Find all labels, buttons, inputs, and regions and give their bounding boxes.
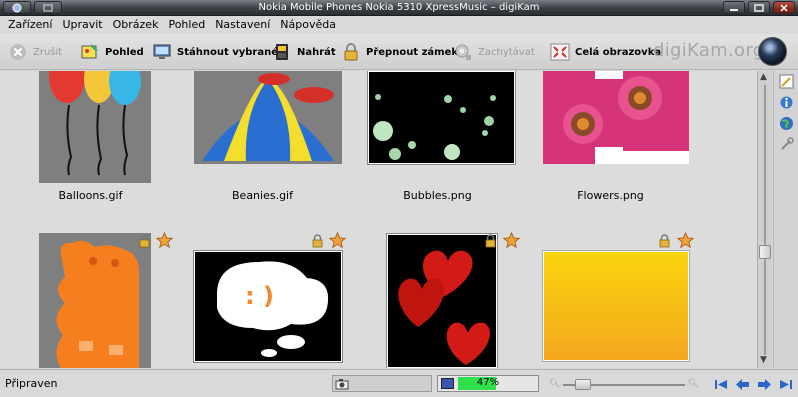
cancel-button[interactable]: Zrušit: [8, 40, 62, 64]
thumbnail-balloons[interactable]: [39, 71, 151, 183]
memory-card-icon: [276, 44, 288, 60]
status-text: Připraven: [5, 377, 58, 390]
zoom-handle[interactable]: [575, 379, 591, 390]
tools-tab-icon[interactable]: [779, 137, 794, 152]
balloons-image: [49, 71, 141, 176]
minimize-button[interactable]: [723, 1, 745, 14]
star-rating-icon[interactable]: [503, 232, 520, 249]
lock-icon: [139, 234, 150, 248]
toggle-lock-button[interactable]: Přepnout zámek: [341, 40, 458, 64]
thumbnail-bubbles[interactable]: [367, 71, 516, 165]
previous-image-icon[interactable]: [735, 378, 751, 391]
capture-button[interactable]: Zachytávat: [453, 40, 535, 64]
lock-icon: [312, 234, 323, 248]
scroll-track[interactable]: [764, 85, 766, 355]
camera-capture-icon: [455, 44, 471, 60]
view-label: Pohled: [105, 46, 144, 58]
thumbnail-hearts[interactable]: [386, 233, 498, 368]
window-title: Nokia Mobile Phones Nokia 5310 XpressMus…: [258, 2, 540, 13]
digikam-logo-icon: [758, 37, 787, 66]
svg-text:: ): : ): [245, 282, 274, 310]
star-rating-icon[interactable]: [677, 232, 694, 249]
bubbles-image: [373, 94, 496, 160]
zoom-slider[interactable]: 🔍︎ 🔍︎: [549, 379, 699, 391]
menu-help[interactable]: Nápověda: [276, 17, 340, 33]
image-edit-icon: [81, 44, 98, 59]
first-image-icon[interactable]: [713, 378, 729, 391]
menu-view[interactable]: Pohled: [164, 17, 209, 33]
last-image-icon[interactable]: [778, 378, 794, 391]
vertical-scrollbar[interactable]: ▲ ▼: [757, 71, 772, 368]
zoom-out-icon[interactable]: 🔍︎: [549, 379, 560, 389]
maximize-icon: [754, 3, 764, 12]
progress-label: 47%: [476, 377, 500, 388]
lock-icon: [485, 234, 496, 248]
bear-image: [56, 240, 139, 368]
properties-tab-icon[interactable]: [779, 74, 794, 89]
download-selected-button[interactable]: Stáhnout vybrané: [152, 40, 278, 64]
hearts-image: [398, 250, 490, 365]
brand-label: digiKam.org: [653, 40, 765, 61]
upload-label: Nahrát: [297, 46, 336, 58]
upload-button[interactable]: Nahrát: [272, 40, 336, 64]
cancel-icon: [10, 44, 26, 60]
thumbnail-speech-bubble[interactable]: : ): [193, 250, 343, 363]
title-bar: Nokia Mobile Phones Nokia 5310 XpressMus…: [0, 0, 798, 16]
thumbnail-view[interactable]: Balloons.gif Beanies.gif Bubbles.png Flo…: [0, 71, 757, 368]
thumbnail-flowers[interactable]: [543, 71, 689, 164]
star-rating-icon[interactable]: [156, 232, 173, 249]
progress-bar: 47%: [437, 375, 539, 392]
next-image-icon[interactable]: [756, 378, 772, 391]
close-icon: [780, 3, 788, 12]
menu-settings[interactable]: Nastavení: [211, 17, 274, 33]
speech-bubble-image: : ): [217, 261, 329, 357]
scroll-down-icon[interactable]: ▼: [760, 355, 767, 365]
flowers-image: [543, 71, 689, 164]
fullscreen-button[interactable]: Celá obrazovka: [550, 40, 661, 64]
geolocation-tab-icon[interactable]: [779, 116, 794, 131]
menu-device[interactable]: Zařízení: [4, 17, 56, 33]
close-button[interactable]: [773, 1, 795, 14]
fullscreen-icon: [550, 43, 570, 61]
lock-icon: [659, 234, 670, 248]
camera-icon: [335, 379, 349, 390]
thumbnail-label: Flowers.png: [577, 189, 644, 202]
download-selected-label: Stáhnout vybrané: [177, 46, 278, 58]
toggle-lock-label: Přepnout zámek: [366, 46, 458, 58]
right-sidebar-tabs: [773, 71, 798, 368]
monitor-download-icon: [153, 44, 171, 59]
capture-label: Zachytávat: [478, 46, 535, 58]
thumbnail-bear[interactable]: [39, 233, 151, 368]
camera-status-box: [332, 375, 432, 392]
scroll-thumb[interactable]: [759, 245, 771, 259]
fullscreen-label: Celá obrazovka: [575, 46, 662, 58]
menu-bar: Zařízení Upravit Obrázek Pohled Nastaven…: [0, 16, 798, 34]
zoom-in-icon[interactable]: 🔍︎: [688, 379, 699, 389]
menu-image[interactable]: Obrázek: [109, 17, 163, 33]
star-rating-icon[interactable]: [329, 232, 346, 249]
beanie-image: [202, 73, 334, 161]
scroll-up-icon[interactable]: ▲: [760, 72, 767, 82]
thumbnail-gradient[interactable]: [542, 250, 690, 362]
thumbnail-label: Bubbles.png: [403, 189, 472, 202]
thumbnail-beanies[interactable]: [194, 71, 342, 164]
thumbnail-label: Balloons.gif: [58, 189, 123, 202]
cancel-label: Zrušit: [33, 46, 63, 58]
metadata-tab-icon[interactable]: [779, 95, 794, 110]
menu-edit[interactable]: Upravit: [58, 17, 106, 33]
thumbnail-label: Beanies.gif: [232, 189, 293, 202]
lock-icon: [344, 43, 358, 61]
minimize-icon: [730, 8, 738, 11]
view-button[interactable]: Pohled: [80, 40, 144, 64]
maximize-button[interactable]: [748, 1, 770, 14]
status-bar: Připraven 47% 🔍︎ 🔍︎: [0, 369, 798, 397]
